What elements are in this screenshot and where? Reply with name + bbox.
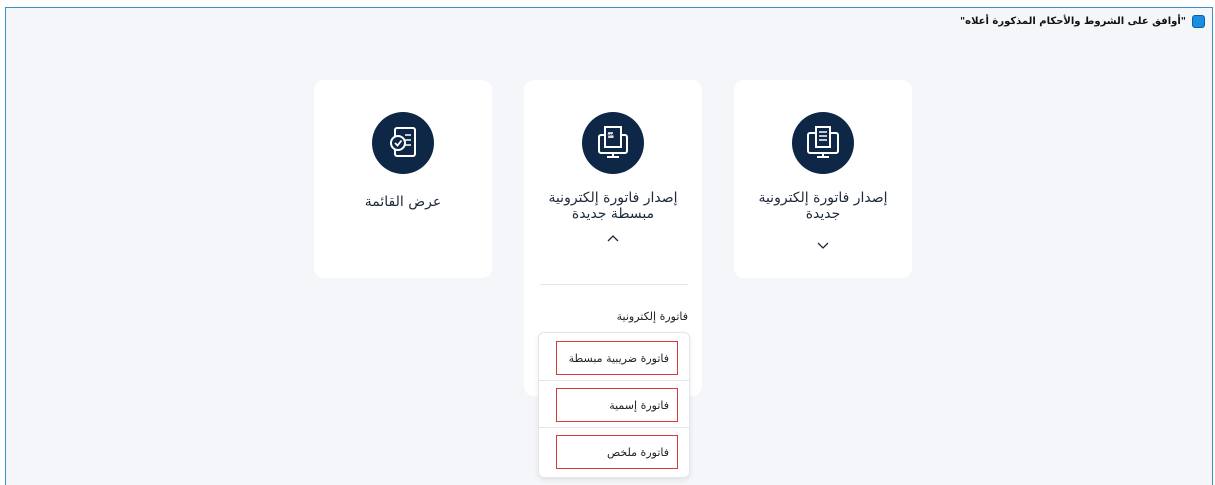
divider xyxy=(540,284,688,285)
checklist-icon xyxy=(372,112,434,174)
computer-invoice-icon: % xyxy=(582,112,644,174)
dropdown-row: فاتورة ضريبية مبسطة xyxy=(539,333,689,381)
card-title-line2: جديدة xyxy=(805,206,841,222)
dropdown-row: فاتورة ملخص xyxy=(539,427,689,474)
monitor-invoice-icon xyxy=(792,112,854,174)
chevron-down-icon[interactable] xyxy=(816,240,830,250)
chevron-up-icon[interactable] xyxy=(606,234,620,244)
menu-item-nominal-invoice[interactable]: فاتورة إسمية xyxy=(556,388,678,422)
terms-checkbox[interactable] xyxy=(1192,15,1205,28)
dropdown-row: فاتورة إسمية xyxy=(539,380,689,428)
card-title: إصدار فاتورة إلكترونية مبسطة جديدة xyxy=(524,190,702,222)
menu-item-summary-invoice[interactable]: فاتورة ملخص xyxy=(556,435,678,469)
terms-agreement[interactable]: "أوافق على الشروط والأحكام المذكورة أعلا… xyxy=(960,15,1205,28)
invoice-type-dropdown: فاتورة ضريبية مبسطة فاتورة إسمية فاتورة … xyxy=(538,332,690,478)
card-title-line1: إصدار فاتورة إلكترونية xyxy=(758,190,888,206)
card-title: عرض القائمة xyxy=(364,194,442,210)
card-title-line2: مبسطة جديدة xyxy=(571,206,655,222)
submenu-label: فاتورة إلكترونية xyxy=(616,310,688,323)
card-title-line1: إصدار فاتورة إلكترونية xyxy=(548,190,678,206)
menu-item-simplified-tax-invoice[interactable]: فاتورة ضريبية مبسطة xyxy=(556,341,678,375)
card-new-invoice[interactable]: إصدار فاتورة إلكترونية جديدة xyxy=(734,80,912,278)
terms-label: "أوافق على الشروط والأحكام المذكورة أعلا… xyxy=(959,16,1186,27)
card-view-list[interactable]: عرض القائمة xyxy=(314,80,492,278)
card-title: إصدار فاتورة إلكترونية جديدة xyxy=(734,190,912,222)
svg-text:%: % xyxy=(607,132,614,140)
